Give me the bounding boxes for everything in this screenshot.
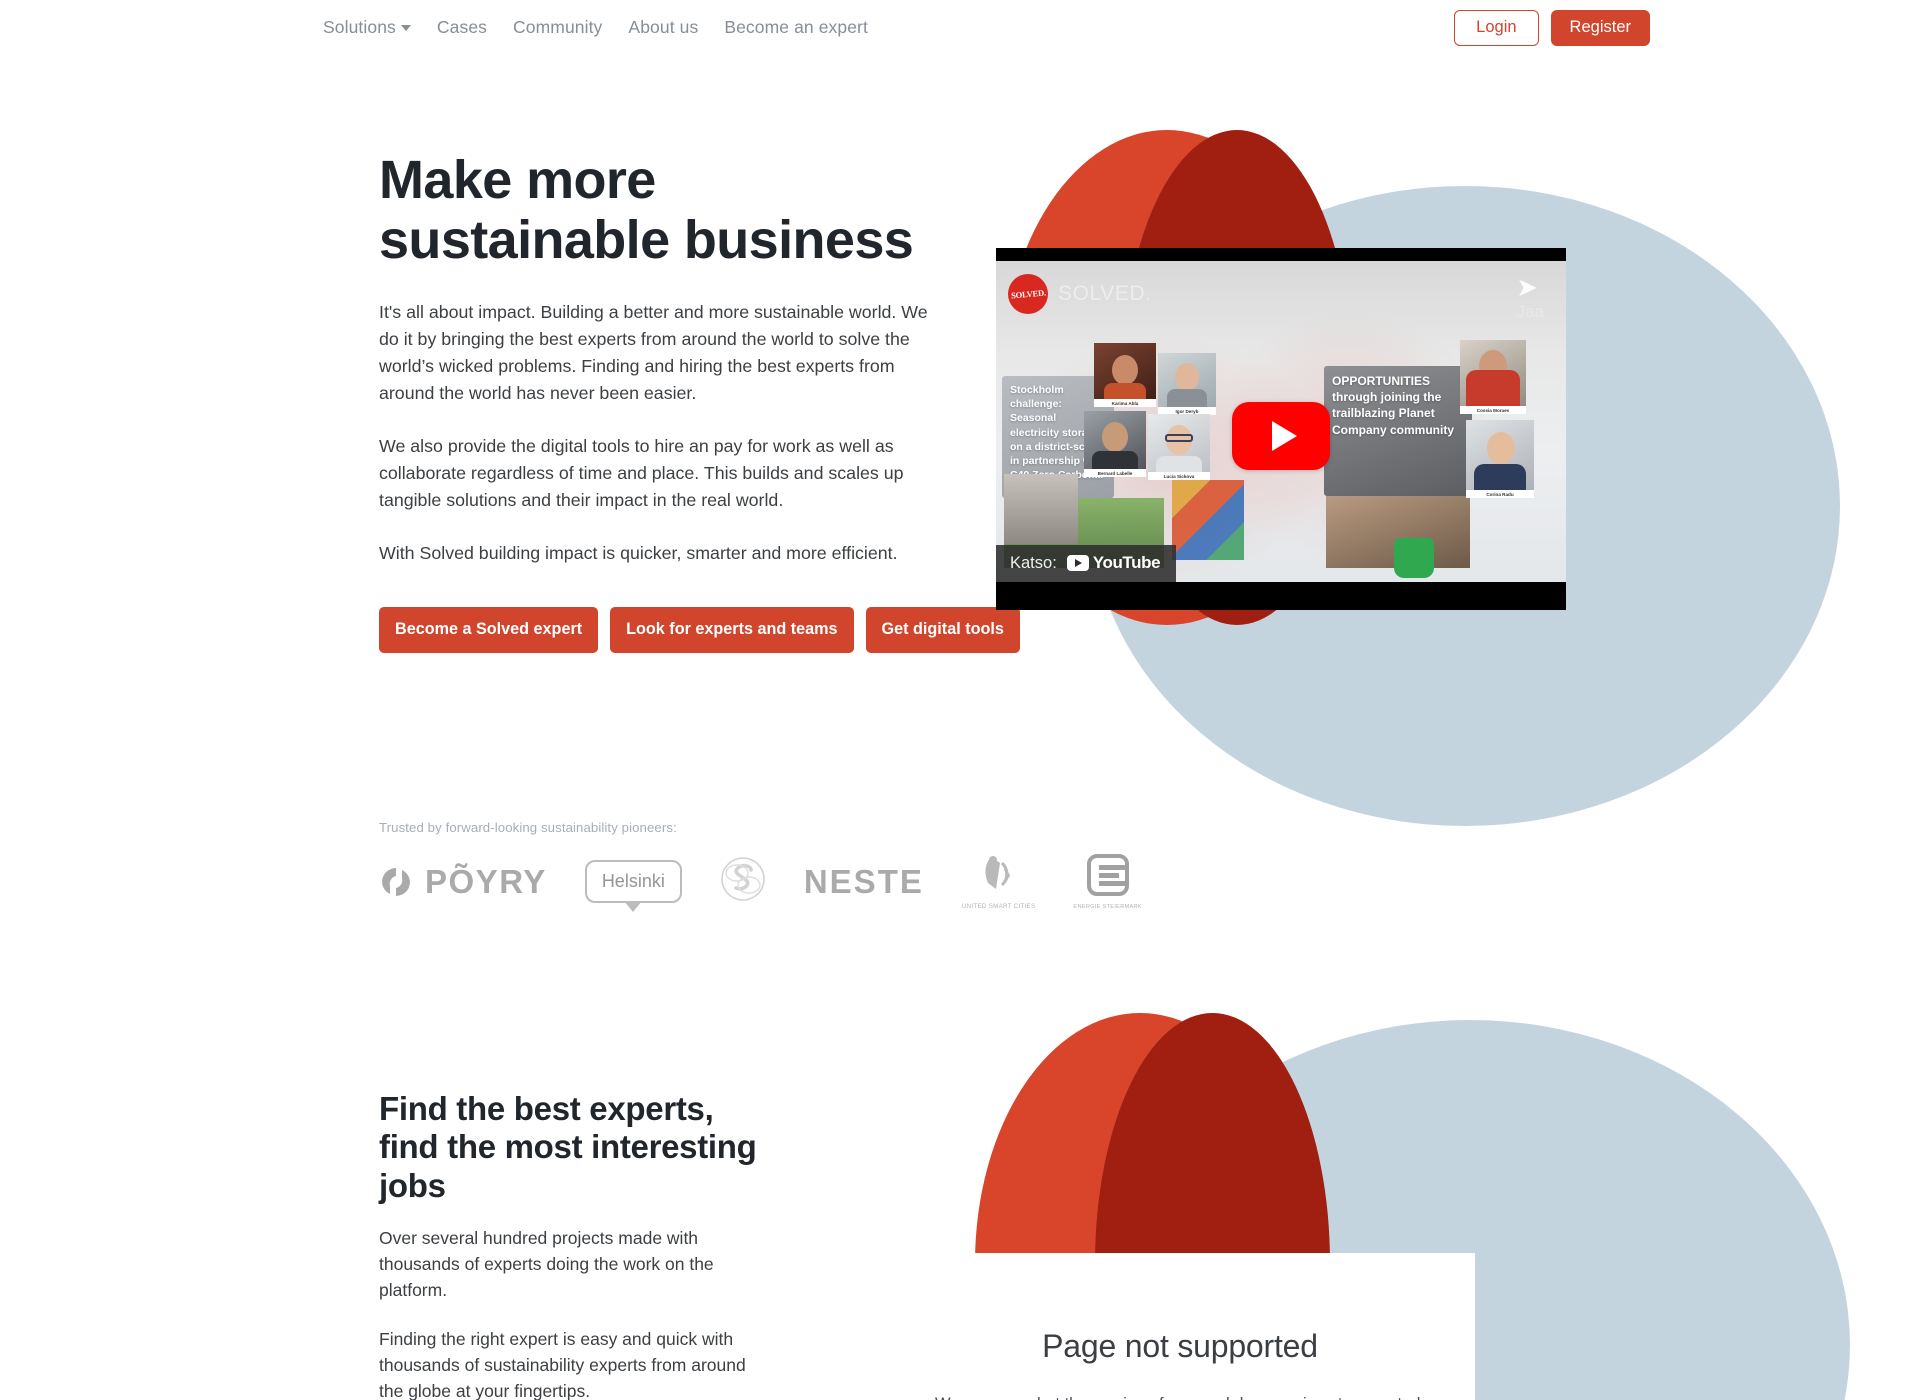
page-not-supported-title: Page not supported <box>1042 1328 1318 1364</box>
helsinki-logo: Helsinki <box>584 860 682 912</box>
get-digital-tools-button[interactable]: Get digital tools <box>865 607 1020 653</box>
video-portrait-2: Igor Deryb <box>1158 353 1216 415</box>
video-collage-building <box>1004 474 1078 544</box>
youtube-play-button[interactable] <box>1232 402 1330 471</box>
section2-paragraph-2: Finding the right expert is easy and qui… <box>379 1328 746 1400</box>
share-label[interactable]: Jaa <box>1517 302 1544 322</box>
poyry-wordmark: PÕYRY <box>425 862 547 900</box>
nav-item-about-us[interactable]: About us <box>615 17 711 38</box>
video-portrait-5: Cossia Moraes <box>1460 340 1526 414</box>
video-collage-color-blocks <box>1172 480 1244 560</box>
section2-paragraph-1: Over several hundred projects made with … <box>379 1227 714 1301</box>
play-triangle-icon <box>1271 421 1297 452</box>
nav-item-solutions-label: Solutions <box>323 17 396 37</box>
share-icon[interactable]: ➤ <box>1516 272 1538 303</box>
youtube-play-icon <box>1066 555 1089 571</box>
s-swirl-icon <box>721 857 765 901</box>
become-a-solved-expert-button[interactable]: Become a Solved expert <box>379 607 599 653</box>
solved-badge-logo: SOLVED. <box>1008 274 1048 314</box>
landing-page: Solutions Cases Community About us Becom… <box>0 0 1920 1400</box>
youtube-logo: YouTube <box>1066 553 1161 573</box>
hero-video-player[interactable]: Stockholm challenge: Seasonal electricit… <box>996 248 1566 610</box>
nav-item-solutions[interactable]: Solutions <box>323 17 424 38</box>
video-collage-tile-right: OPPORTUNITIES through joining the trailb… <box>1324 366 1472 496</box>
watch-on-youtube-bar[interactable]: Katso: YouTube <box>996 545 1177 582</box>
watch-label: Katso: <box>1010 553 1057 572</box>
video-bottom-letterbox <box>996 582 1566 610</box>
hero-title: Make more sustainable business <box>379 150 914 271</box>
hero-text-block: Make more sustainable business It's all … <box>379 150 1020 653</box>
video-top-letterbox <box>996 248 1566 261</box>
video-portrait-4: Lucia Sickova <box>1148 414 1210 480</box>
section2-text-block: Find the best experts, find the most int… <box>379 1090 759 1400</box>
video-portrait-1-name: Karima Abla <box>1094 399 1156 407</box>
trusted-by-label: Trusted by forward-looking sustainabilit… <box>379 820 677 835</box>
video-portrait-5-name: Cossia Moraes <box>1460 406 1526 414</box>
top-navigation-bar: Solutions Cases Community About us Becom… <box>0 0 1920 55</box>
youtube-wordmark: YouTube <box>1092 553 1161 572</box>
video-collage-green-hand-icon <box>1394 538 1434 578</box>
s-mark-logo <box>720 856 766 907</box>
chevron-down-icon[interactable] <box>400 25 411 31</box>
hero-paragraph-1: It's all about impact. Building a better… <box>379 301 928 404</box>
hero-paragraph-3: With Solved building impact is quicker, … <box>379 543 898 564</box>
energie-steiermark-logo: ENERGIE STEIERMARK <box>1073 853 1142 910</box>
page-not-supported-card: Page not supported We are sorry, but the… <box>885 1253 1475 1400</box>
helsinki-wordmark: Helsinki <box>601 871 665 891</box>
section2-title: Find the best experts, find the most int… <box>379 1090 757 1204</box>
hero-cta-row: Become a Solved expert Look for experts … <box>379 607 1020 653</box>
register-button[interactable]: Register <box>1550 10 1650 46</box>
poyry-mark-icon <box>382 867 410 896</box>
united-smart-cities-caption: UNITED SMART CITIES <box>961 903 1036 910</box>
neste-wordmark: neste <box>803 862 924 900</box>
nav-item-cases[interactable]: Cases <box>424 17 500 38</box>
nav-links: Solutions Cases Community About us Becom… <box>323 17 881 38</box>
look-for-experts-and-teams-button[interactable]: Look for experts and teams <box>610 607 854 653</box>
trusted-by-section: Trusted by forward-looking sustainabilit… <box>379 820 1142 912</box>
video-portrait-3-name: Bernard Labelle <box>1084 469 1146 477</box>
page-not-supported-message: We are sorry, but the version of your we… <box>885 1395 1475 1400</box>
video-portrait-3: Bernard Labelle <box>1084 411 1146 477</box>
solved-wordmark: SOLVED. <box>1058 282 1152 305</box>
video-collage-tile-right-text: OPPORTUNITIES through joining the trailb… <box>1332 374 1455 437</box>
poyry-logo: PÕYRY <box>379 863 547 901</box>
neste-logo: neste <box>804 863 924 901</box>
energie-steiermark-caption: ENERGIE STEIERMARK <box>1073 903 1142 910</box>
video-portrait-6: Corina Radu <box>1466 420 1534 498</box>
video-portrait-6-name: Corina Radu <box>1466 490 1534 498</box>
united-smart-cities-icon <box>985 856 1010 889</box>
united-smart-cities-logo: UNITED SMART CITIES <box>962 853 1036 910</box>
nav-item-become-an-expert[interactable]: Become an expert <box>711 17 881 38</box>
video-thumbnail: Stockholm challenge: Seasonal electricit… <box>996 248 1566 610</box>
video-portrait-4-name: Lucia Sickova <box>1148 472 1210 480</box>
nav-auth-actions: Login Register <box>1454 10 1650 46</box>
solved-badge-text: SOLVED. <box>1010 287 1046 301</box>
hero-paragraph-2: We also provide the digital tools to hir… <box>379 436 904 511</box>
energie-steiermark-icon <box>1086 853 1129 896</box>
nav-item-community[interactable]: Community <box>500 17 615 38</box>
video-portrait-1: Karima Abla <box>1094 343 1156 407</box>
login-button[interactable]: Login <box>1454 10 1539 46</box>
partner-logo-row: PÕYRY Helsinki neste <box>379 853 1142 912</box>
